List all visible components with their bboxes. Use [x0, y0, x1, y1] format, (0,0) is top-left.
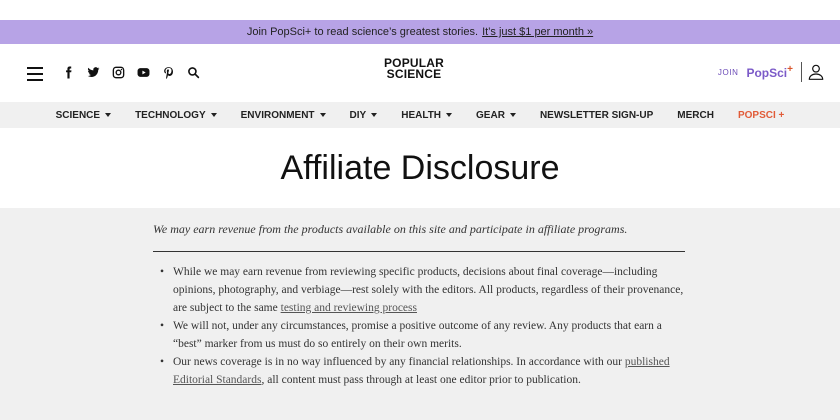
user-account-icon[interactable]: [808, 63, 824, 81]
promo-text: Join PopSci+ to read science’s greatest …: [246, 26, 479, 38]
popsci-label: PopSci: [746, 66, 788, 80]
list-item: We will not, under any circumstances, pr…: [153, 317, 685, 353]
menu-icon[interactable]: [27, 67, 43, 81]
title-band: Affiliate Disclosure: [0, 128, 840, 208]
chevron-down-icon: [371, 113, 378, 117]
nav-item-technology[interactable]: TECHNOLOGY: [123, 110, 229, 121]
site-header: POPULAR SCIENCE JOIN PopSci+: [0, 44, 840, 102]
list-item: While we may earn revenue from reviewing…: [153, 263, 685, 317]
list-item: Our news coverage is in no way influence…: [153, 353, 685, 389]
facebook-icon[interactable]: [60, 63, 76, 81]
chevron-down-icon: [210, 113, 217, 117]
chevron-down-icon: [319, 113, 326, 117]
popsci-plus-link[interactable]: PopSci+: [746, 64, 793, 80]
main-navigation: SCIENCE TECHNOLOGY ENVIRONMENT DIY HEALT…: [0, 102, 840, 128]
nav-item-environment[interactable]: ENVIRONMENT: [229, 110, 338, 121]
search-icon[interactable]: [185, 63, 201, 81]
header-actions: JOIN PopSci+: [718, 62, 824, 82]
join-link[interactable]: JOIN: [718, 68, 739, 77]
nav-item-science[interactable]: SCIENCE: [44, 110, 123, 121]
nav-item-health[interactable]: HEALTH: [389, 110, 464, 121]
nav-item-diy[interactable]: DIY: [338, 110, 390, 121]
header-divider: [801, 62, 802, 82]
instagram-icon[interactable]: [110, 63, 126, 81]
nav-item-newsletter[interactable]: NEWSLETTER SIGN-UP: [528, 110, 665, 121]
chevron-down-icon: [446, 113, 453, 117]
chevron-down-icon: [509, 113, 516, 117]
intro-text: We may earn revenue from the products av…: [153, 222, 685, 252]
promo-banner: Join PopSci+ to read science’s greatest …: [0, 20, 840, 44]
nav-item-popsci-plus[interactable]: POPSCI +: [726, 110, 796, 121]
promo-link[interactable]: It’s just $1 per month »: [482, 26, 593, 38]
popsci-plus-mark: +: [787, 64, 793, 75]
social-links: [60, 63, 201, 81]
nav-item-gear[interactable]: GEAR: [464, 110, 528, 121]
chevron-down-icon: [105, 113, 112, 117]
logo-line-2: SCIENCE: [386, 67, 442, 81]
site-logo[interactable]: POPULAR SCIENCE: [380, 57, 448, 81]
nav-item-merch[interactable]: MERCH: [665, 110, 726, 121]
youtube-icon[interactable]: [135, 63, 151, 81]
twitter-icon[interactable]: [85, 63, 101, 81]
article-body: We may earn revenue from the products av…: [153, 222, 685, 389]
testing-process-link[interactable]: testing and reviewing process: [281, 302, 417, 314]
page-title: Affiliate Disclosure: [280, 148, 560, 187]
pinterest-icon[interactable]: [160, 63, 176, 81]
disclosure-list: While we may earn revenue from reviewing…: [153, 263, 685, 389]
